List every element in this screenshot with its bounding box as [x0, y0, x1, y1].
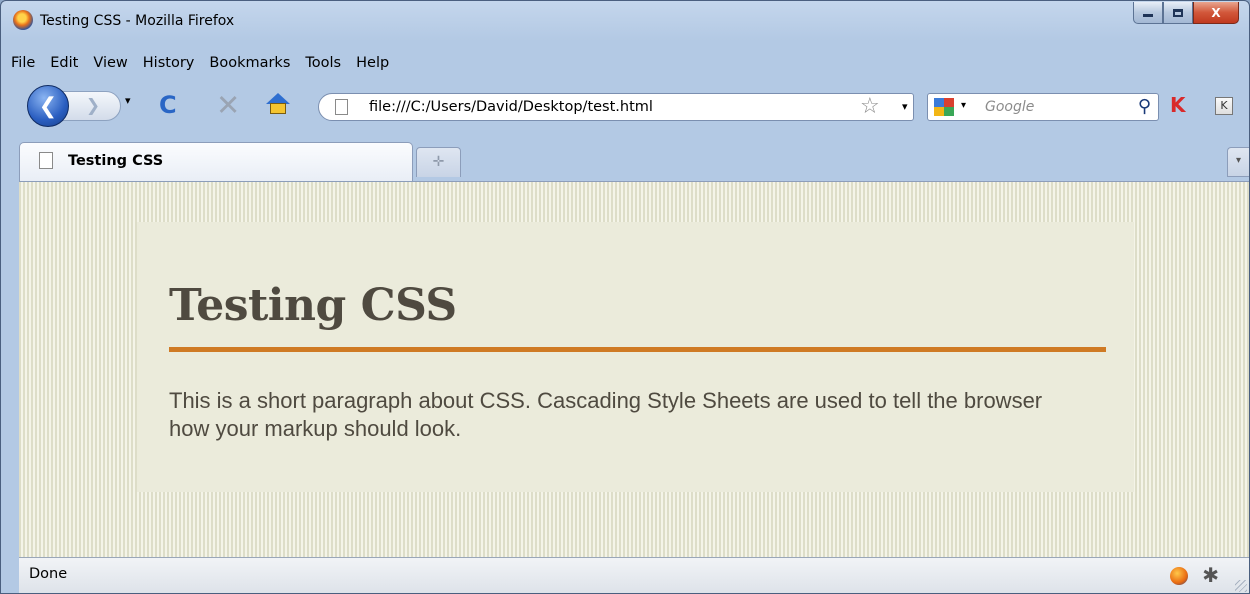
url-dropdown-icon[interactable]: ▾	[902, 100, 908, 113]
home-body	[270, 103, 286, 114]
page-heading: Testing CSS	[169, 280, 457, 331]
menu-file[interactable]: File	[11, 55, 35, 71]
menu-tools[interactable]: Tools	[305, 55, 341, 71]
engine-dropdown-icon[interactable]: ▾	[961, 100, 966, 111]
url-bar[interactable]: file:///C:/Users/David/Desktop/test.html…	[318, 93, 914, 121]
back-icon: ❮	[38, 93, 58, 119]
bookmark-star-icon[interactable]: ☆	[860, 94, 880, 119]
maximize-icon	[1173, 8, 1183, 17]
status-bar: Done ✱	[19, 557, 1249, 593]
menu-history[interactable]: History	[143, 55, 195, 71]
resize-grip[interactable]	[1235, 580, 1247, 592]
title-bar[interactable]: Testing CSS - Mozilla Firefox X	[1, 1, 1249, 47]
home-icon[interactable]	[266, 93, 290, 115]
tab-list-button[interactable]: ▾	[1227, 147, 1249, 177]
minimize-icon	[1143, 14, 1153, 17]
document-icon	[39, 152, 53, 169]
firefox-icon	[13, 10, 33, 30]
menu-help[interactable]: Help	[356, 55, 389, 71]
page-icon	[335, 99, 348, 115]
page-viewport: Testing CSS This is a short paragraph ab…	[19, 181, 1249, 557]
reload-icon[interactable]: C	[159, 91, 177, 119]
menu-edit[interactable]: Edit	[50, 55, 78, 71]
firebug-icon[interactable]	[1170, 567, 1188, 585]
tab-strip: Testing CSS ✛ ▾	[1, 139, 1249, 181]
new-tab-button[interactable]: ✛	[416, 147, 461, 177]
k-box-icon[interactable]: K	[1215, 97, 1233, 115]
content-box: Testing CSS This is a short paragraph ab…	[137, 222, 1134, 492]
page-paragraph: This is a short paragraph about CSS. Cas…	[169, 388, 1043, 441]
window-title: Testing CSS - Mozilla Firefox	[40, 13, 235, 29]
url-text[interactable]: file:///C:/Users/David/Desktop/test.html	[369, 99, 653, 115]
maximize-button[interactable]	[1163, 2, 1193, 24]
google-icon[interactable]	[934, 98, 954, 116]
history-dropdown-icon[interactable]: ▾	[125, 94, 131, 107]
forward-icon: ❯	[85, 96, 101, 116]
plus-icon: ✛	[432, 154, 445, 170]
stop-icon[interactable]: ✕	[216, 88, 240, 122]
browser-window: Testing CSS - Mozilla Firefox X File Edi…	[0, 0, 1250, 594]
close-button[interactable]: X	[1193, 2, 1239, 24]
menu-view[interactable]: View	[93, 55, 127, 71]
tab-testing-css[interactable]: Testing CSS	[19, 142, 413, 181]
back-button[interactable]: ❮	[27, 85, 69, 127]
close-icon: X	[1211, 5, 1221, 20]
tab-label: Testing CSS	[68, 153, 164, 169]
navigation-toolbar: ❯ ❮ ▾ C ✕ file:///C:/Users/David/Desktop…	[1, 77, 1249, 135]
window-controls: X	[1133, 2, 1239, 24]
k-red-icon[interactable]: K	[1170, 93, 1194, 117]
bug-icon[interactable]: ✱	[1202, 563, 1219, 587]
search-input[interactable]	[985, 97, 1125, 117]
minimize-button[interactable]	[1133, 2, 1163, 24]
menu-bookmarks[interactable]: Bookmarks	[209, 55, 290, 71]
menu-bar: File Edit View History Bookmarks Tools H…	[1, 49, 1249, 76]
status-text: Done	[29, 566, 68, 582]
search-icon[interactable]: ⚲	[1138, 96, 1151, 117]
chevron-down-icon: ▾	[1235, 155, 1242, 166]
search-bar: ▾ ⚲	[927, 93, 1159, 121]
heading-underline	[169, 347, 1106, 352]
